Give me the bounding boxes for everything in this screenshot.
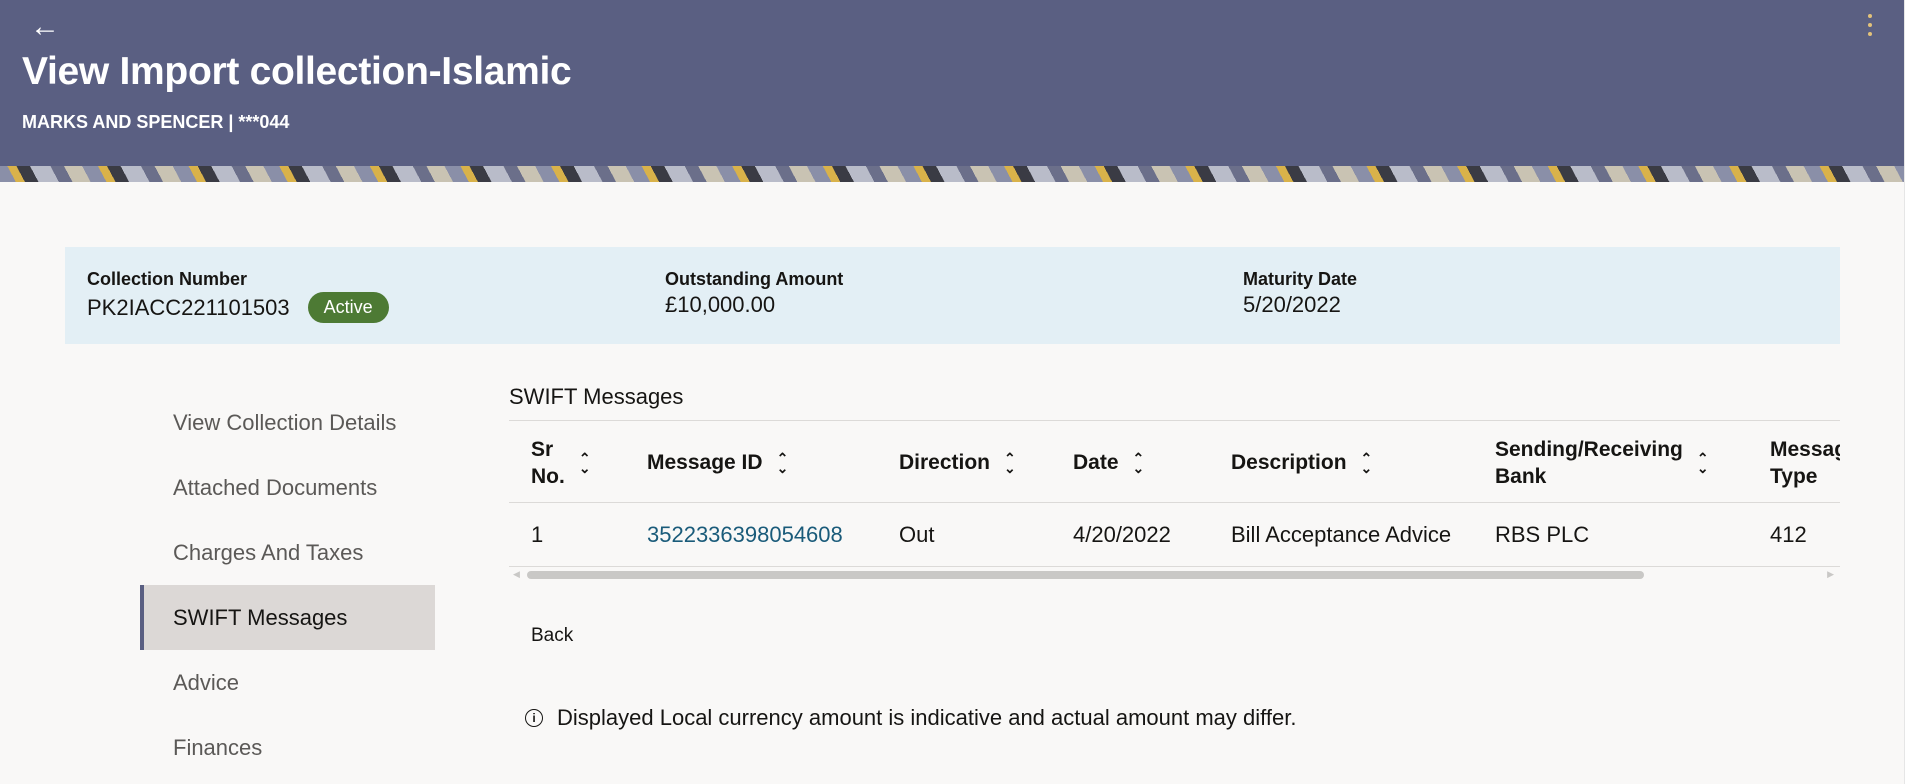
currency-note-text: Displayed Local currency amount is indic… — [557, 705, 1297, 730]
page-subtitle: MARKS AND SPENCER | ***044 — [22, 112, 290, 132]
collection-number-value: PK2IACC221101503 — [87, 294, 290, 320]
column-header-text: Message ID — [647, 451, 763, 474]
section-title: SWIFT Messages — [509, 384, 684, 409]
collection-number-label: Collection Number — [87, 269, 248, 289]
collection-number-block: Collection Number PK2IACC221101503 Activ… — [87, 269, 389, 323]
outstanding-amount-label: Outstanding Amount — [665, 269, 844, 289]
sort-icon[interactable]: ⌃ ⌄ — [1133, 451, 1145, 475]
cell-message-type: 412 — [1770, 522, 1807, 547]
header-decorative-strip — [0, 166, 1904, 182]
column-header-text: Sending/Receiving — [1495, 437, 1683, 461]
nav-item-view-collection-details[interactable]: View Collection Details — [140, 390, 435, 455]
column-header-text: Sr — [531, 437, 554, 461]
nav-item-attached-documents[interactable]: Attached Documents — [140, 455, 435, 520]
column-header-text: Direction — [899, 451, 991, 474]
column-header-direction[interactable]: Direction ⌃ ⌄ — [899, 421, 1016, 504]
column-header-text: No. — [531, 464, 565, 488]
swift-messages-table: Sr No. ⌃ ⌄ Message ID ⌃ ⌄ Direction ⌃ ⌄ Date… — [509, 420, 1840, 580]
sort-icon[interactable]: ⌃ ⌄ — [1361, 451, 1373, 475]
currency-note: i Displayed Local currency amount is ind… — [525, 705, 1296, 731]
vertical-scrollbar[interactable] — [1904, 0, 1920, 784]
cell-message-id-link[interactable]: 3522336398054608 — [647, 503, 843, 567]
table-row: 1 3522336398054608 Out 4/20/2022 Bill Ac… — [509, 503, 1840, 567]
collection-summary: Collection Number PK2IACC221101503 Activ… — [65, 247, 1840, 344]
column-header-text: Date — [1073, 451, 1119, 474]
outstanding-amount-block: Outstanding Amount £10,000.00 — [665, 269, 843, 318]
sort-icon[interactable]: ⌃ ⌄ — [1697, 451, 1709, 475]
kebab-menu-icon[interactable] — [1868, 14, 1874, 36]
nav-item-finances[interactable]: Finances — [140, 715, 435, 780]
status-badge: Active — [307, 292, 389, 323]
column-header-message-type[interactable]: Message Type — [1770, 421, 1840, 504]
column-header-text: Message — [1770, 437, 1840, 461]
info-icon: i — [525, 709, 543, 727]
cell-description: Bill Acceptance Advice — [1231, 522, 1452, 547]
sort-icon[interactable]: ⌃ ⌄ — [579, 451, 591, 475]
nav-item-advice[interactable]: Advice — [140, 650, 435, 715]
cell-direction: Out — [899, 522, 935, 547]
outstanding-amount-value: £10,000.00 — [665, 292, 776, 317]
back-arrow-icon[interactable]: ← — [30, 12, 60, 42]
page-header: ← View Import collection-Islamic MARKS A… — [0, 0, 1904, 182]
sort-icon[interactable]: ⌃ ⌄ — [1004, 451, 1016, 475]
side-navigation: View Collection Details Attached Documen… — [140, 390, 435, 780]
page-title: View Import collection-Islamic — [22, 50, 572, 93]
cell-date: 4/20/2022 — [1073, 522, 1171, 547]
sort-icon[interactable]: ⌃ ⌄ — [777, 451, 789, 475]
maturity-date-value: 5/20/2022 — [1243, 292, 1341, 317]
column-header-bank[interactable]: Sending/Receiving Bank ⌃ ⌄ — [1495, 421, 1709, 504]
cell-bank: RBS PLC — [1495, 522, 1590, 547]
scrollbar-thumb[interactable] — [527, 571, 1644, 579]
column-header-description[interactable]: Description ⌃ ⌄ — [1231, 421, 1372, 504]
scroll-right-icon[interactable]: ▶ — [1827, 569, 1834, 580]
horizontal-scrollbar[interactable]: ◀ ▶ — [509, 568, 1840, 580]
nav-item-swift-messages[interactable]: SWIFT Messages — [140, 585, 435, 650]
back-button[interactable]: Back — [531, 625, 573, 647]
column-header-date[interactable]: Date ⌃ ⌄ — [1073, 421, 1144, 504]
maturity-date-label: Maturity Date — [1243, 269, 1358, 289]
maturity-date-block: Maturity Date 5/20/2022 — [1243, 269, 1357, 318]
table-header-row: Sr No. ⌃ ⌄ Message ID ⌃ ⌄ Direction ⌃ ⌄ Date… — [509, 420, 1840, 503]
nav-item-charges-and-taxes[interactable]: Charges And Taxes — [140, 520, 435, 585]
column-header-sr-no[interactable]: Sr No. ⌃ ⌄ — [531, 421, 591, 504]
column-header-text: Type — [1770, 464, 1818, 488]
scroll-left-icon[interactable]: ◀ — [513, 569, 520, 580]
column-header-message-id[interactable]: Message ID ⌃ ⌄ — [647, 421, 788, 504]
column-header-text: Bank — [1495, 464, 1547, 488]
column-header-text: Description — [1231, 451, 1347, 474]
cell-sr-no: 1 — [531, 522, 544, 547]
